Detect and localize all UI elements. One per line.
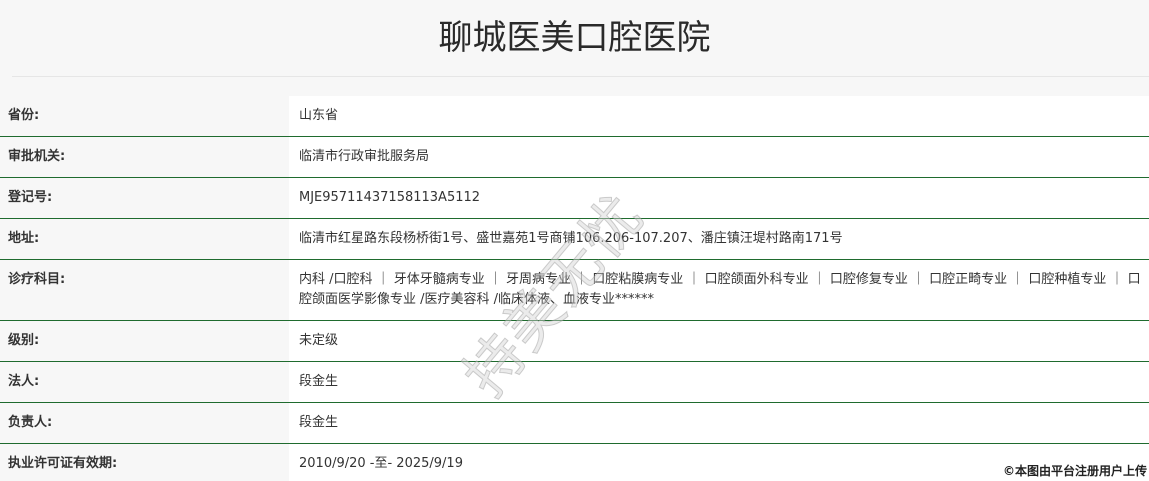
table-row-level: 级别: 未定级 bbox=[0, 321, 1149, 362]
table-row-license-validity: 执业许可证有效期: 2010/9/20 -至- 2025/9/19 bbox=[0, 444, 1149, 481]
table-row-registration-number: 登记号: MJE95711437158113A5112 bbox=[0, 178, 1149, 219]
page: 聊城医美口腔医院 省份: 山东省 审批机关: 临清市行政审批服务局 登记号: M… bbox=[0, 0, 1149, 481]
table-row-person-in-charge: 负责人: 段金生 bbox=[0, 403, 1149, 444]
row-value: 未定级 bbox=[299, 333, 339, 348]
row-label: 负责人: bbox=[0, 403, 289, 443]
row-value: 段金生 bbox=[299, 415, 339, 430]
row-label: 登记号: bbox=[0, 178, 289, 218]
header: 聊城医美口腔医院 bbox=[0, 0, 1149, 96]
page-title: 聊城医美口腔医院 bbox=[438, 18, 711, 58]
table-row-departments: 诊疗科目: 内科 /口腔科 ｜ 牙体牙髓病专业 ｜ 牙周病专业 ｜ 口腔粘膜病专… bbox=[0, 260, 1149, 321]
copyright-notice: ©本图由平台注册用户上传 bbox=[1002, 462, 1147, 479]
row-label: 执业许可证有效期: bbox=[0, 444, 289, 481]
row-label: 诊疗科目: bbox=[0, 260, 289, 320]
row-value: 山东省 bbox=[299, 108, 339, 123]
table-row-address: 地址: 临清市红星路东段杨桥街1号、盛世嘉苑1号商铺106.206-107.20… bbox=[0, 219, 1149, 260]
row-label: 地址: bbox=[0, 219, 289, 259]
row-value: 内科 /口腔科 ｜ 牙体牙髓病专业 ｜ 牙周病专业 ｜ 口腔粘膜病专业 ｜ 口腔… bbox=[299, 272, 1141, 307]
row-value: 临清市红星路东段杨桥街1号、盛世嘉苑1号商铺106.206-107.207、潘庄… bbox=[299, 231, 843, 246]
row-label: 省份: bbox=[0, 96, 289, 136]
row-label: 审批机关: bbox=[0, 137, 289, 177]
row-value: 临清市行政审批服务局 bbox=[299, 149, 430, 164]
row-value: MJE95711437158113A5112 bbox=[299, 190, 481, 205]
table-row-authority: 审批机关: 临清市行政审批服务局 bbox=[0, 137, 1149, 178]
info-table: 省份: 山东省 审批机关: 临清市行政审批服务局 登记号: MJE9571143… bbox=[0, 96, 1149, 481]
row-label: 法人: bbox=[0, 362, 289, 402]
header-divider bbox=[12, 76, 1149, 77]
row-label: 级别: bbox=[0, 321, 289, 361]
table-row-province: 省份: 山东省 bbox=[0, 96, 1149, 137]
table-row-legal-person: 法人: 段金生 bbox=[0, 362, 1149, 403]
row-value: 段金生 bbox=[299, 374, 339, 389]
